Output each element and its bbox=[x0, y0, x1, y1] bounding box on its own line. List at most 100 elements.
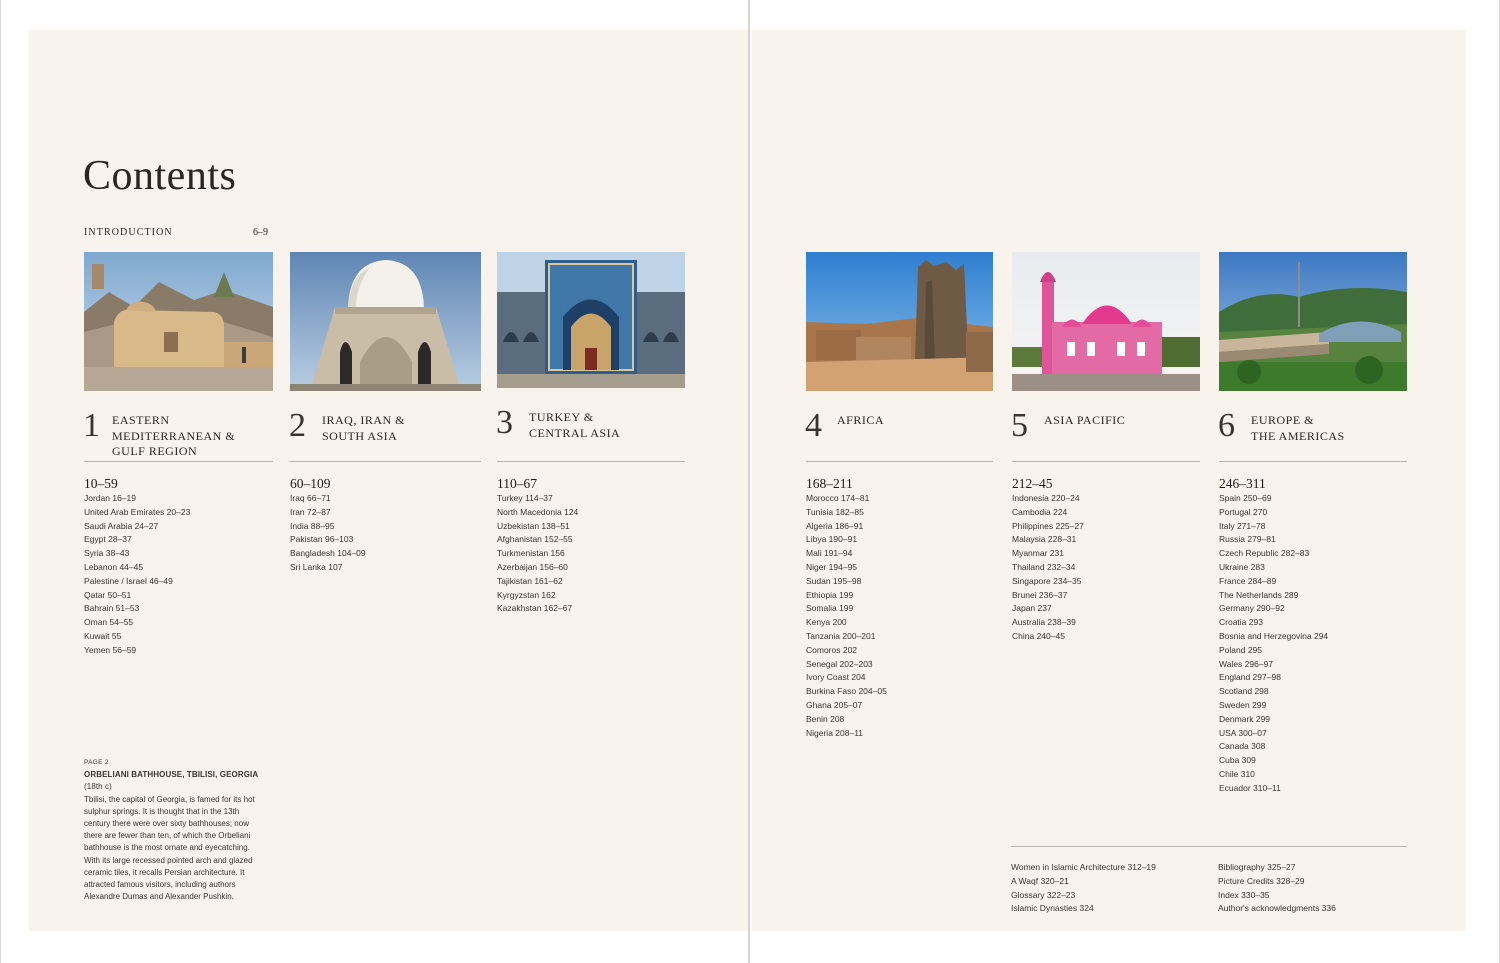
country-list: Jordan 16–19 United Arab Emirates 20–23 Sa… bbox=[84, 492, 273, 658]
list-item: Oman 54–55 bbox=[84, 617, 134, 628]
list-item: Libya 190–91 bbox=[806, 534, 858, 545]
section-4-heading: 4 AFRICA bbox=[805, 391, 993, 462]
list-item: Sudan 195–98 bbox=[806, 575, 862, 586]
list-item: Palestine / Israel 46–49 bbox=[84, 575, 173, 586]
section-5: 5 ASIA PACIFIC 212–45 Indonesia 220–24 Ca… bbox=[1011, 252, 1200, 644]
section-3: 3 TURKEY & CENTRAL ASIA 110–67 Turkey 11… bbox=[496, 252, 685, 616]
country-list: Turkey 114–37 North Macedonia 124 Uzbekist… bbox=[497, 492, 685, 616]
list-item: Burkina Faso 204–05 bbox=[806, 686, 887, 697]
list-item: Poland 295 bbox=[1219, 644, 1263, 655]
left-edge bbox=[0, 0, 1, 963]
section-name: IRAQ, IRAN & SOUTH ASIA bbox=[322, 413, 405, 443]
modern-mosque-photo bbox=[1219, 252, 1407, 391]
list-item: Azerbaijan 156–60 bbox=[497, 561, 568, 572]
section-1-heading: 1 EASTERN MEDITERRANEAN & GULF REGION bbox=[83, 391, 273, 462]
list-item: Somalia 199 bbox=[806, 603, 854, 614]
list-item: Tajikistan 161–62 bbox=[497, 575, 563, 586]
list-item: Czech Republic 282–83 bbox=[1219, 548, 1310, 559]
list-item: Saudi Arabia 24–27 bbox=[84, 520, 159, 531]
list-item: Singapore 234–35 bbox=[1012, 575, 1082, 586]
list-item: Mali 191–94 bbox=[806, 548, 853, 559]
list-item: Indonesia 220–24 bbox=[1012, 493, 1080, 503]
country-list: Iraq 66–71 Iran 72–87 India 88–95 Pakistan … bbox=[290, 492, 481, 575]
back-matter-list-2: Bibliography 325–27 Picture Credits 328–2… bbox=[1218, 861, 1336, 916]
list-item: Tunisia 182–85 bbox=[806, 506, 864, 517]
list-item: Index 330–35 bbox=[1218, 889, 1270, 900]
list-item: Croatia 293 bbox=[1219, 617, 1263, 628]
section-2-heading: 2 IRAQ, IRAN & SOUTH ASIA bbox=[289, 391, 481, 462]
list-item: North Macedonia 124 bbox=[497, 506, 579, 517]
list-item: Bibliography 325–27 bbox=[1218, 862, 1296, 872]
list-item: Comoros 202 bbox=[806, 644, 858, 655]
section-page-range: 10–59 bbox=[84, 476, 118, 491]
list-item: Bosnia and Herzegovina 294 bbox=[1219, 630, 1329, 641]
book-spine bbox=[748, 0, 750, 963]
list-item: Kyrgyzstan 162 bbox=[497, 589, 556, 600]
list-item: Yemen 56–59 bbox=[84, 644, 137, 655]
list-item: Senegal 202–203 bbox=[806, 658, 873, 669]
section-page-range: 168–211 bbox=[806, 476, 853, 491]
white-dome-mausoleum-photo bbox=[290, 252, 481, 391]
caption-title: ORBELIANI BATHHOUSE, TBILISI, GEORGIA (1… bbox=[84, 769, 264, 793]
caption-year: (18th c) bbox=[84, 782, 112, 792]
section-name: EASTERN MEDITERRANEAN & GULF REGION bbox=[112, 413, 236, 458]
section-page-range: 60–109 bbox=[290, 476, 331, 491]
list-item: Chile 310 bbox=[1219, 768, 1255, 779]
section-number: 3 bbox=[496, 404, 513, 441]
list-item: Spain 250–69 bbox=[1219, 493, 1272, 503]
list-item: Cuba 309 bbox=[1219, 755, 1256, 766]
list-item: Russia 279–81 bbox=[1219, 534, 1276, 545]
list-item: Islamic Dynasties 324 bbox=[1011, 903, 1094, 914]
list-item: Australia 238–39 bbox=[1012, 617, 1076, 628]
list-item: Glossary 322–23 bbox=[1011, 889, 1076, 900]
list-item: Kazakhstan 162–67 bbox=[497, 603, 573, 614]
section-page-range: 212–45 bbox=[1012, 476, 1053, 491]
list-item: Uzbekistan 138–51 bbox=[497, 520, 570, 531]
tiled-madrasa-photo bbox=[497, 252, 685, 388]
list-item: Cambodia 224 bbox=[1012, 506, 1068, 517]
list-item: Sweden 299 bbox=[1219, 699, 1267, 710]
list-item: Malaysia 228–31 bbox=[1012, 534, 1077, 545]
list-item: Japan 237 bbox=[1012, 603, 1052, 614]
desert-mosque-photo bbox=[84, 252, 273, 391]
list-item: Scotland 298 bbox=[1219, 686, 1269, 697]
list-item: Italy 271–78 bbox=[1219, 520, 1266, 531]
list-item: A Waqf 320–21 bbox=[1011, 875, 1069, 886]
list-item: The Netherlands 289 bbox=[1219, 589, 1299, 600]
list-item: Qatar 50–51 bbox=[84, 589, 132, 600]
list-item: Denmark 299 bbox=[1219, 713, 1271, 724]
list-item: Portugal 270 bbox=[1219, 506, 1268, 517]
list-item: Syria 38–43 bbox=[84, 548, 130, 559]
list-item: England 297–98 bbox=[1219, 672, 1281, 683]
list-item: Philippines 225–27 bbox=[1012, 520, 1084, 531]
list-item: Turkmenistan 156 bbox=[497, 548, 565, 559]
section-name: AFRICA bbox=[837, 413, 885, 427]
section-name: EUROPE & THE AMERICAS bbox=[1251, 413, 1345, 443]
pink-mosque-photo bbox=[1012, 252, 1200, 391]
list-item: Benin 208 bbox=[806, 713, 845, 724]
list-item: Ivory Coast 204 bbox=[806, 672, 866, 683]
caption-text: Tbilisi, the capital of Georgia, is fame… bbox=[84, 794, 255, 902]
section-number: 2 bbox=[289, 407, 306, 444]
list-item: China 240–45 bbox=[1012, 630, 1065, 641]
list-item: Picture Credits 328–29 bbox=[1218, 875, 1305, 886]
section-number: 4 bbox=[805, 407, 822, 444]
list-item: Myanmar 231 bbox=[1012, 548, 1064, 559]
list-item: Ecuador 310–11 bbox=[1219, 782, 1281, 793]
list-item: Sri Lanka 107 bbox=[290, 561, 343, 572]
section-page-range: 110–67 bbox=[497, 476, 537, 491]
section-1: 1 EASTERN MEDITERRANEAN & GULF REGION 10… bbox=[83, 252, 273, 658]
list-item: Algeria 186–91 bbox=[806, 520, 864, 531]
section-3-heading: 3 TURKEY & CENTRAL ASIA bbox=[496, 388, 685, 462]
list-item: France 284–89 bbox=[1219, 575, 1277, 586]
country-list: Morocco 174–81 Tunisia 182–85 Algeria 186–… bbox=[806, 492, 993, 740]
list-item: Egypt 28–37 bbox=[84, 534, 132, 545]
list-item: Iran 72–87 bbox=[290, 506, 331, 517]
list-item: Turkey 114–37 bbox=[497, 493, 553, 503]
caption-page-label: PAGE 2 bbox=[84, 759, 109, 766]
list-item: Ghana 205–07 bbox=[806, 699, 863, 710]
list-item: Nigeria 208–11 bbox=[806, 727, 864, 738]
introduction-label: INTRODUCTION bbox=[84, 227, 173, 238]
list-item: Thailand 232–34 bbox=[1012, 561, 1076, 572]
list-item: Lebanon 44–45 bbox=[84, 561, 144, 572]
